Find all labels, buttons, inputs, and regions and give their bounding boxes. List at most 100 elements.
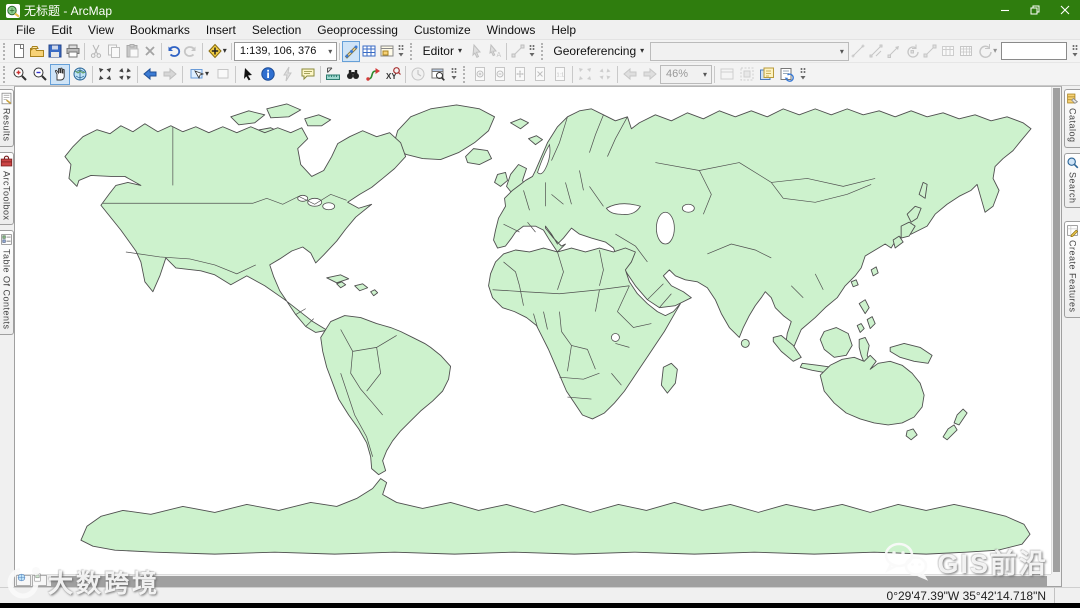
go-to-xy-button[interactable]: XY [383,64,403,85]
identify-button[interactable] [258,64,278,85]
fixed-zoom-in-button[interactable] [95,64,115,85]
delete-button[interactable] [141,41,159,62]
left-tab-results[interactable]: Results [0,89,14,147]
find-button[interactable] [343,64,363,85]
time-slider-button[interactable] [408,64,428,85]
focus-frame-button[interactable] [737,64,757,85]
toolbar-grip[interactable] [540,42,544,60]
georef-rotate-tool-button[interactable] [903,41,921,62]
scale-combo[interactable]: 1:139, 106, 376 ▾ [233,41,338,61]
layout-zoom-in-button[interactable] [470,64,490,85]
toolbar-grip[interactable] [463,65,466,83]
copy-button[interactable] [105,41,123,62]
right-tab-search[interactable]: Search [1064,152,1080,209]
select-elements-button[interactable] [238,64,258,85]
menu-insert[interactable]: Insert [198,21,244,39]
redo-button[interactable] [182,41,200,62]
toolbar-overflow-button[interactable] [798,64,808,84]
zoom-out-button[interactable] [30,64,50,85]
combo-dropdown-icon[interactable]: ▾ [324,47,336,56]
menu-windows[interactable]: Windows [479,21,544,39]
georeferencing-layer-combo[interactable]: ▾ [650,41,849,61]
right-tab-catalog[interactable]: Catalog [1064,89,1080,148]
ddp-toolbar-button[interactable] [777,64,797,85]
vertical-scrollbar[interactable] [1051,87,1061,574]
zoom-in-button[interactable] [10,64,30,85]
horizontal-scrollbar[interactable] [50,575,1051,587]
toolbar-grip[interactable] [409,42,413,60]
sketch-segment-button[interactable] [509,41,527,62]
html-popup-button[interactable] [298,64,318,85]
grid-table-button[interactable] [957,41,975,62]
layout-zoom-100-button[interactable]: 1:1 [550,64,570,85]
add-data-button[interactable]: ▾ [205,41,230,62]
horizontal-scrollbar-thumb[interactable] [51,575,1047,586]
ddp-setup-button[interactable] [757,64,777,85]
rotate-button[interactable]: ▾ [975,41,1000,62]
fixed-zoom-out-button[interactable] [115,64,135,85]
pan-button[interactable] [50,63,70,85]
new-document-button[interactable] [10,41,28,62]
attribute-table-button[interactable] [360,41,378,62]
combo-dropdown-icon[interactable]: ▾ [836,47,848,56]
cut-button[interactable] [87,41,105,62]
georef-adjust-button[interactable] [867,41,885,62]
undo-button[interactable] [164,41,182,62]
paste-button[interactable] [123,41,141,62]
menu-geoprocessing[interactable]: Geoprocessing [309,21,406,39]
layout-view-button[interactable] [32,573,47,586]
georef-shift-button[interactable] [885,41,903,62]
link-table-button[interactable] [939,41,957,62]
close-button[interactable] [1050,0,1080,20]
georef-scale-tool-button[interactable] [921,41,939,62]
layout-back-button[interactable] [620,64,640,85]
print-button[interactable] [64,41,82,62]
combo-dropdown-icon[interactable]: ▾ [699,70,711,79]
editor-sketch-button[interactable] [342,40,361,62]
measure-button[interactable] [323,64,343,85]
catalog-window-button[interactable] [378,41,396,62]
toolbar-overflow-button[interactable] [449,64,459,84]
clear-selection-button[interactable] [213,64,233,85]
select-features-button[interactable]: ▾ [185,64,213,85]
left-tab-arctoolbox[interactable]: ArcToolbox [0,151,14,226]
georef-points-button[interactable] [849,41,867,62]
menu-file[interactable]: File [8,21,43,39]
map-canvas[interactable] [15,87,1051,574]
full-extent-button[interactable] [70,64,90,85]
menu-view[interactable]: View [80,21,122,39]
back-extent-button[interactable] [140,64,160,85]
layout-zoom-out-button[interactable] [490,64,510,85]
menu-selection[interactable]: Selection [244,21,309,39]
layout-pan-button[interactable] [510,64,530,85]
layout-fixed-out-button[interactable] [595,64,615,85]
find-route-button[interactable] [363,64,383,85]
data-view-button[interactable] [16,573,31,586]
minimize-button[interactable] [990,0,1020,20]
menu-help[interactable]: Help [543,21,584,39]
toggle-draft-button[interactable] [717,64,737,85]
open-folder-button[interactable] [28,41,46,62]
menu-customize[interactable]: Customize [406,21,479,39]
vertical-scrollbar-thumb[interactable] [1053,88,1060,572]
toolbar-overflow-button[interactable] [397,41,406,61]
restore-button[interactable] [1020,0,1050,20]
layout-forward-button[interactable] [640,64,660,85]
layout-fixed-in-button[interactable] [575,64,595,85]
save-button[interactable] [46,41,64,62]
hyperlink-button[interactable] [278,64,298,85]
menu-bookmarks[interactable]: Bookmarks [122,21,198,39]
georeferencing-angle-input[interactable] [1001,42,1068,60]
layout-zoom-page-button[interactable] [530,64,550,85]
editor-menu[interactable]: Editor ▾ [417,42,468,60]
toolbar-grip[interactable] [3,42,6,60]
edit-arrow-button[interactable] [468,41,486,62]
toolbar-grip[interactable] [3,65,6,83]
left-tab-table-of-contents[interactable]: Table Of Contents [0,230,14,335]
toolbar-overflow-button[interactable] [528,41,537,61]
layout-zoom-combo[interactable]: 46% ▾ [660,64,712,84]
menu-edit[interactable]: Edit [43,21,80,39]
viewer-window-button[interactable] [428,64,448,85]
forward-extent-button[interactable] [160,64,180,85]
right-tab-create-features[interactable]: Create Features [1064,221,1080,318]
